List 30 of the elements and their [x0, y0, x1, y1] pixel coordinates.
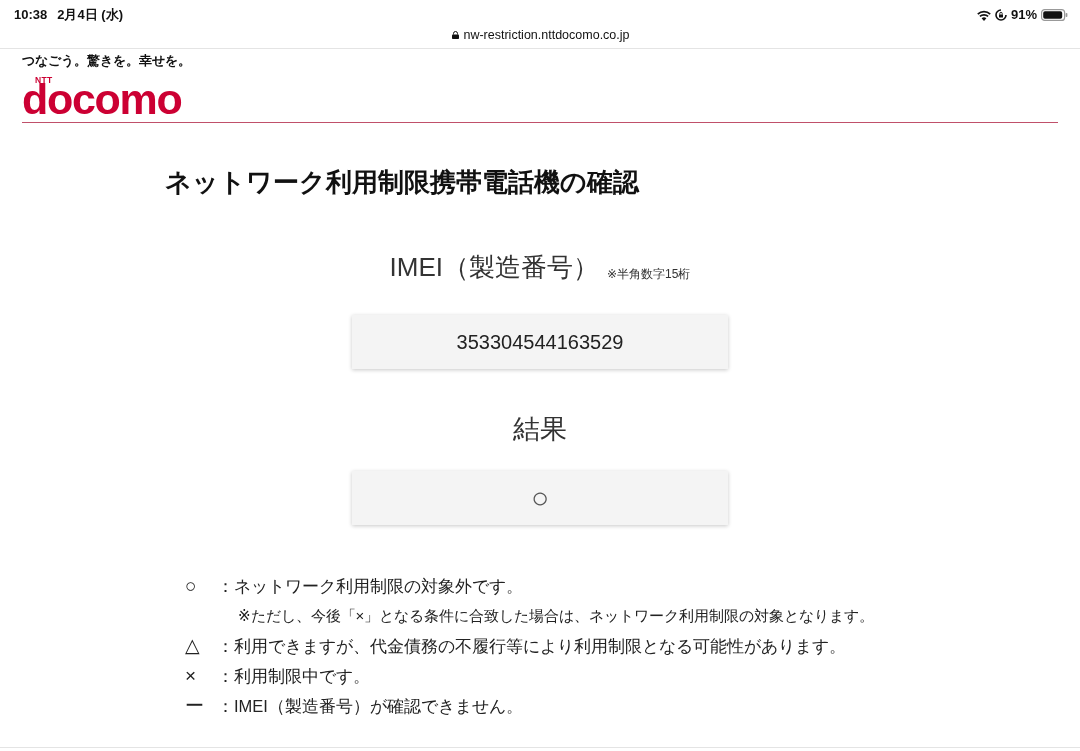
- legend-symbol: ー: [185, 693, 205, 718]
- legend-symbol: ○: [185, 573, 198, 598]
- legend-text: IMEI（製造番号）が確認できません。: [234, 695, 523, 717]
- slogan-text: つなごう。驚きを。幸せを。: [22, 54, 191, 69]
- address-bar[interactable]: nw-restriction.nttdocomo.co.jp: [452, 26, 630, 44]
- status-time: 10:38: [14, 6, 48, 25]
- result-display: ○: [352, 471, 728, 525]
- page-title: ネットワーク利用制限携帯電話機の確認: [165, 167, 639, 197]
- lock-icon: [452, 31, 460, 39]
- wifi-icon: [976, 9, 991, 21]
- legend-symbol: ×: [185, 663, 198, 688]
- result-label: 結果: [513, 413, 567, 446]
- field-label: IMEI（製造番号）: [389, 251, 599, 284]
- legend-text: ネットワーク利用制限の対象外です。: [234, 575, 523, 597]
- legend-symbol: △: [185, 633, 201, 658]
- status-date: 2月4日 (水): [57, 6, 123, 25]
- imei-input-field[interactable]: 353304544163529: [352, 315, 728, 369]
- legend-text: 利用できますが、代金債務の不履行等により利用制限となる可能性があります。: [234, 635, 846, 657]
- legend-separator: ：: [217, 635, 234, 657]
- logo-text: docomo: [22, 84, 182, 114]
- legend-separator: ：: [217, 695, 234, 717]
- legend-separator: ：: [217, 665, 234, 687]
- legend-text: 利用制限中です。: [234, 665, 370, 687]
- logo-text: NTT: [35, 76, 53, 84]
- battery-icon: [1041, 9, 1068, 21]
- rotation-lock-icon: [994, 9, 1007, 21]
- battery-percent: 91%: [1010, 6, 1037, 25]
- field-note: ※半角数字15桁: [607, 266, 691, 283]
- legend-note: ※ただし、今後「×」となる条件に合致した場合は、ネットワーク利用制限の対象となります。: [238, 606, 875, 626]
- legend-separator: ：: [217, 575, 234, 597]
